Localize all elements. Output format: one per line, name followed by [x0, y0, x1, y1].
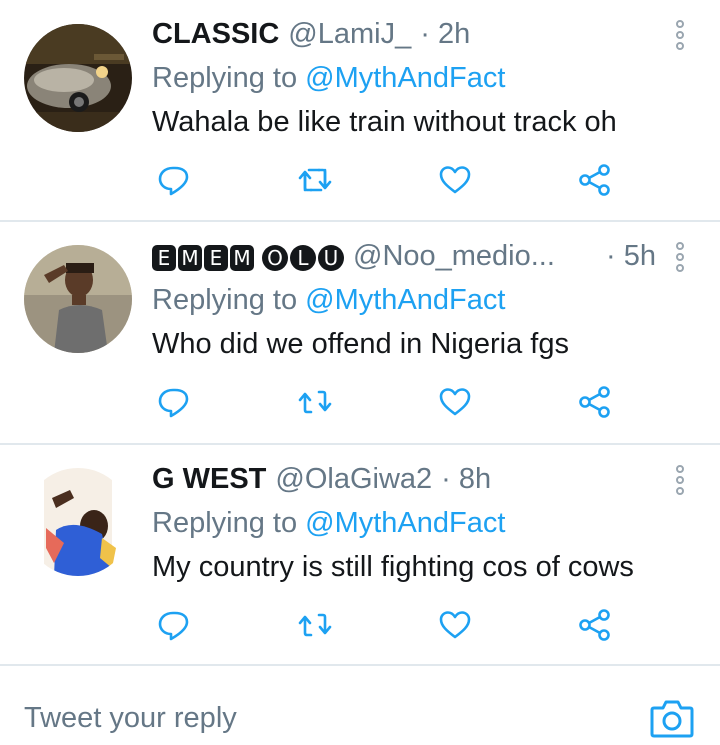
name-letter: L: [290, 245, 316, 271]
user-handle[interactable]: @LamiJ_: [288, 18, 411, 51]
timestamp[interactable]: · 8h: [441, 463, 491, 496]
more-options-icon[interactable]: [674, 242, 686, 272]
action-bar: [152, 607, 622, 643]
display-name-part[interactable]: OLU: [262, 245, 344, 271]
reply-compose-bar: Tweet your reply: [0, 666, 720, 745]
replying-to-prefix: Replying to: [152, 284, 306, 316]
tweet-header: G WEST @OlaGiwa2 · 8h: [152, 463, 491, 496]
replying-to-prefix: Replying to: [152, 507, 306, 539]
reply-icon[interactable]: [156, 607, 192, 643]
display-name[interactable]: G WEST: [152, 463, 266, 496]
display-name[interactable]: EMEM: [152, 245, 254, 271]
action-bar: [152, 162, 622, 198]
avatar[interactable]: [24, 245, 132, 353]
name-letter: M: [230, 245, 254, 271]
mention-link[interactable]: @MythAndFact: [305, 507, 505, 539]
display-name[interactable]: CLASSIC: [152, 18, 279, 51]
name-letter: U: [318, 245, 344, 271]
tweet-text: Who did we offend in Nigeria fgs: [152, 328, 569, 360]
replying-to: Replying to @MythAndFact: [152, 62, 505, 95]
mention-link[interactable]: @MythAndFact: [305, 62, 505, 94]
user-handle[interactable]: @Noo_medio...: [353, 240, 555, 273]
timestamp[interactable]: · 5h: [606, 240, 656, 273]
tweet-header: EMEM OLU @Noo_medio... · 5h: [152, 240, 656, 273]
retweet-icon[interactable]: [297, 162, 333, 198]
user-handle[interactable]: @OlaGiwa2: [275, 463, 432, 496]
avatar[interactable]: [24, 468, 132, 576]
replying-to-prefix: Replying to: [152, 62, 306, 94]
reply-icon[interactable]: [156, 162, 192, 198]
more-options-icon[interactable]: [674, 465, 686, 495]
like-icon[interactable]: [437, 607, 473, 643]
share-icon[interactable]: [577, 607, 613, 643]
reply-tweet[interactable]: G WEST @OlaGiwa2 · 8h Replying to @MythA…: [0, 445, 720, 666]
retweet-icon[interactable]: [297, 607, 333, 643]
reply-tweet[interactable]: EMEM OLU @Noo_medio... · 5h Replying to …: [0, 222, 720, 444]
name-letter: M: [178, 245, 202, 271]
reply-icon[interactable]: [156, 384, 192, 420]
like-icon[interactable]: [437, 384, 473, 420]
share-icon[interactable]: [577, 162, 613, 198]
action-bar: [152, 384, 622, 420]
tweet-header: CLASSIC @LamiJ_ · 2h: [152, 18, 470, 51]
mention-link[interactable]: @MythAndFact: [305, 284, 505, 316]
like-icon[interactable]: [437, 162, 473, 198]
name-letter: E: [204, 245, 228, 271]
more-options-icon[interactable]: [674, 20, 686, 50]
share-icon[interactable]: [577, 384, 613, 420]
name-letter: O: [262, 245, 288, 271]
reply-input[interactable]: Tweet your reply: [24, 702, 237, 735]
timestamp[interactable]: · 2h: [420, 18, 470, 51]
replying-to: Replying to @MythAndFact: [152, 284, 505, 317]
retweet-icon[interactable]: [297, 384, 333, 420]
camera-icon[interactable]: [650, 698, 694, 738]
avatar[interactable]: [24, 24, 132, 132]
tweet-text: Wahala be like train without track oh: [152, 106, 617, 138]
name-letter: E: [152, 245, 176, 271]
replying-to: Replying to @MythAndFact: [152, 507, 505, 540]
reply-tweet[interactable]: CLASSIC @LamiJ_ · 2h Replying to @MythAn…: [0, 0, 720, 221]
tweet-text: My country is still fighting cos of cows: [152, 551, 634, 583]
